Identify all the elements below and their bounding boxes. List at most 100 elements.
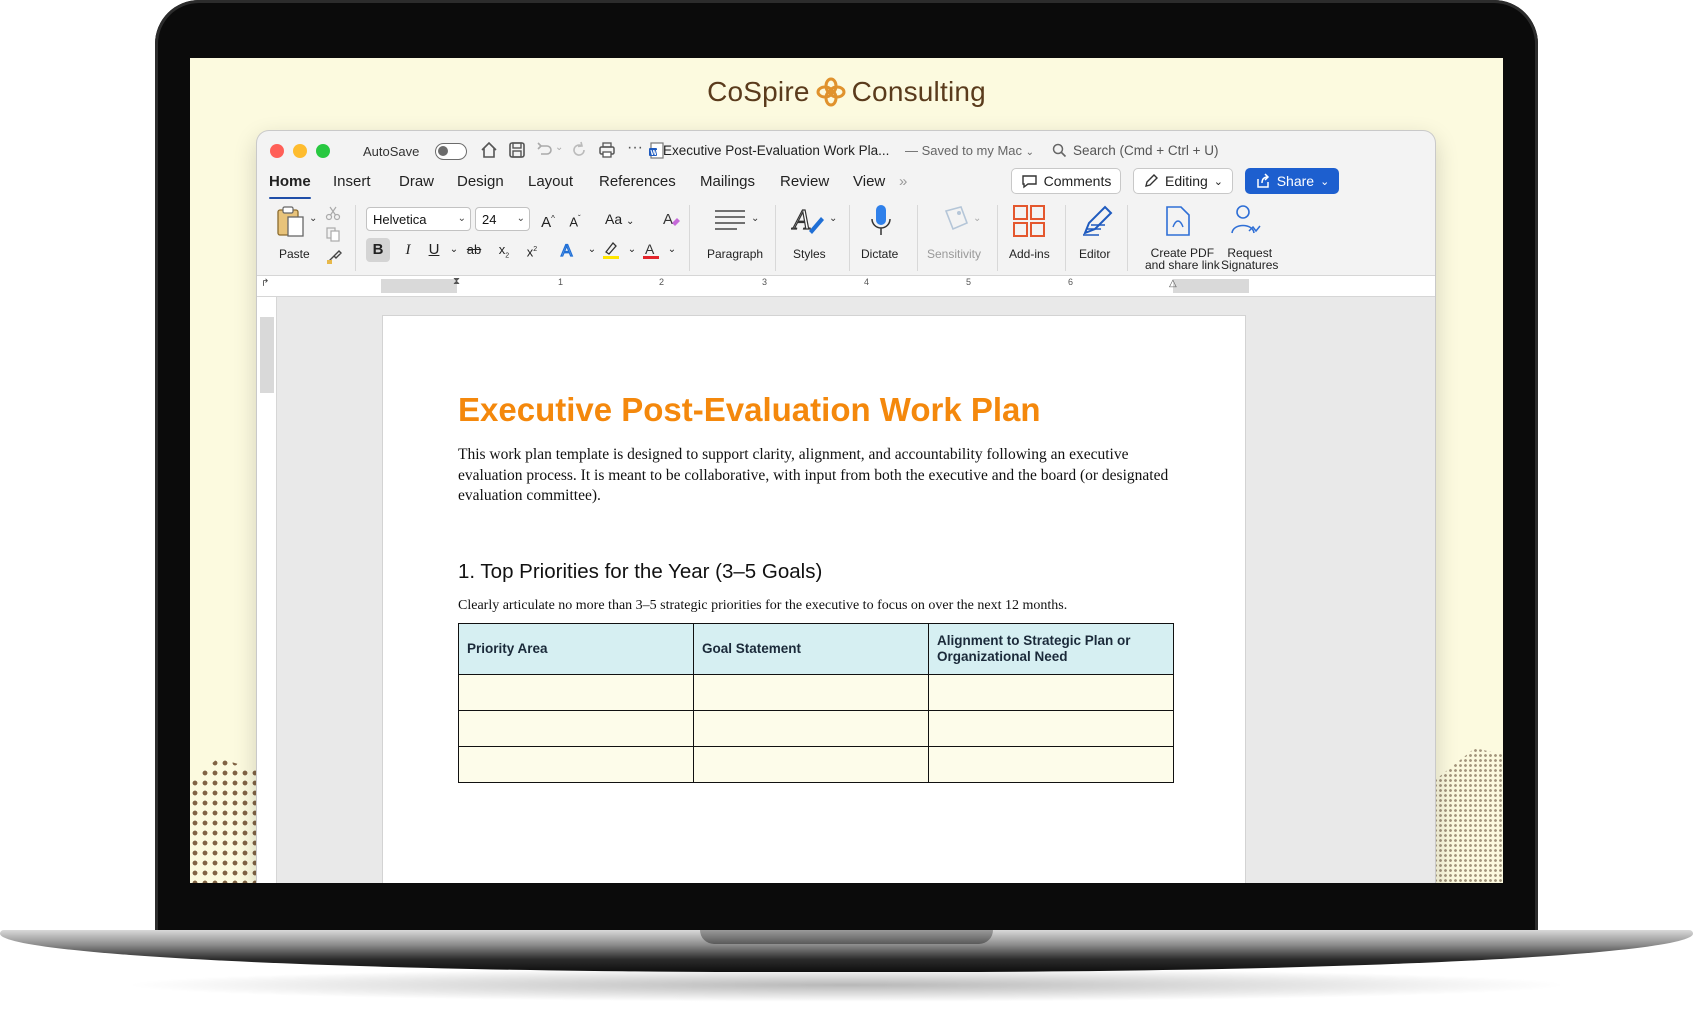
tab-insert[interactable]: Insert bbox=[333, 173, 371, 190]
section-heading[interactable]: 1. Top Priorities for the Year (3–5 Goal… bbox=[458, 560, 822, 584]
left-indent-marker-icon[interactable]: ⧗ bbox=[453, 276, 460, 287]
editing-mode-button[interactable]: Editing ⌄ bbox=[1133, 168, 1233, 194]
table-cell[interactable] bbox=[458, 710, 694, 747]
save-icon[interactable] bbox=[507, 140, 527, 160]
text-effects-chevron-icon[interactable]: ⌄ bbox=[581, 238, 603, 262]
autosave-toggle[interactable] bbox=[435, 143, 467, 160]
grow-font-button[interactable]: A^ bbox=[537, 207, 559, 231]
svg-text:A: A bbox=[645, 241, 655, 257]
bold-button[interactable]: B bbox=[366, 238, 390, 262]
minimize-window-button[interactable] bbox=[293, 144, 307, 158]
share-button[interactable]: Share ⌄ bbox=[1245, 168, 1339, 194]
undo-icon[interactable] bbox=[535, 140, 555, 160]
more-options-icon[interactable]: ··· bbox=[627, 139, 647, 159]
priorities-table[interactable]: Priority Area Goal Statement Alignment t… bbox=[458, 623, 1174, 783]
tab-review[interactable]: Review bbox=[780, 173, 829, 190]
document-intro-paragraph[interactable]: This work plan template is designed to s… bbox=[458, 445, 1178, 507]
copy-icon[interactable] bbox=[325, 226, 341, 242]
home-icon[interactable] bbox=[479, 140, 499, 160]
table-header-cell[interactable]: Alignment to Strategic Plan or Organizat… bbox=[928, 623, 1174, 675]
table-row bbox=[458, 710, 1174, 747]
editing-button-label: Editing bbox=[1164, 173, 1208, 189]
table-header-cell[interactable]: Goal Statement bbox=[693, 623, 929, 675]
vertical-ruler[interactable] bbox=[257, 297, 277, 883]
underline-button[interactable]: U bbox=[423, 238, 445, 262]
editor-label: Editor bbox=[1079, 247, 1111, 261]
document-title[interactable]: Executive Post-Evaluation Work Pla... bbox=[663, 143, 889, 158]
font-name-select[interactable]: Helvetica ⌄ bbox=[366, 207, 471, 231]
tab-design[interactable]: Design bbox=[457, 173, 504, 190]
paragraph-chevron-icon[interactable]: ⌄ bbox=[751, 213, 759, 224]
font-color-chevron-icon[interactable]: ⌄ bbox=[661, 238, 683, 262]
table-cell[interactable] bbox=[928, 710, 1174, 747]
request-signatures-icon[interactable] bbox=[1229, 203, 1265, 237]
section-description[interactable]: Clearly articulate no more than 3–5 stra… bbox=[458, 598, 1067, 614]
styles-icon[interactable]: A bbox=[791, 203, 827, 237]
subscript-button[interactable]: x2 bbox=[493, 238, 515, 262]
table-cell[interactable] bbox=[928, 746, 1174, 783]
document-canvas[interactable]: Executive Post-Evaluation Work Plan This… bbox=[277, 297, 1435, 883]
table-cell[interactable] bbox=[458, 674, 694, 711]
right-indent-marker-icon[interactable]: △ bbox=[1169, 278, 1177, 289]
close-window-button[interactable] bbox=[270, 144, 284, 158]
tab-stop-selector-icon[interactable]: ↱ bbox=[261, 278, 269, 289]
sensitivity-chevron-icon[interactable]: ⌄ bbox=[973, 213, 981, 224]
table-cell[interactable] bbox=[693, 674, 929, 711]
highlight-icon[interactable] bbox=[601, 240, 621, 260]
home-ribbon: Paste ⌄ Helvetica ⌄ 24 ⌄ A^ Aˇ Aa ⌄ A B … bbox=[257, 201, 1435, 275]
strikethrough-button[interactable]: ab bbox=[463, 238, 485, 262]
tab-references[interactable]: References bbox=[599, 173, 676, 190]
table-cell[interactable] bbox=[693, 746, 929, 783]
svg-text:A: A bbox=[561, 241, 573, 260]
search-input[interactable]: Search (Cmd + Ctrl + U) bbox=[1052, 143, 1219, 158]
tab-home[interactable]: Home bbox=[269, 173, 311, 190]
change-case-button[interactable]: Aa ⌄ bbox=[605, 207, 634, 231]
tab-view[interactable]: View bbox=[853, 173, 885, 190]
highlight-chevron-icon[interactable]: ⌄ bbox=[621, 238, 643, 262]
tab-layout[interactable]: Layout bbox=[528, 173, 573, 190]
print-icon[interactable] bbox=[597, 140, 617, 160]
sensitivity-icon[interactable] bbox=[941, 205, 971, 237]
document-page[interactable]: Executive Post-Evaluation Work Plan This… bbox=[383, 316, 1245, 883]
table-cell[interactable] bbox=[693, 710, 929, 747]
cut-icon[interactable] bbox=[325, 205, 341, 221]
saved-state-chevron-icon: ⌄ bbox=[1025, 147, 1035, 158]
tab-mailings[interactable]: Mailings bbox=[700, 173, 755, 190]
table-cell[interactable] bbox=[458, 746, 694, 783]
more-tabs-chevron-icon[interactable]: » bbox=[899, 173, 907, 190]
font-size-select[interactable]: 24 ⌄ bbox=[475, 207, 530, 231]
ruler-number: 3 bbox=[762, 277, 768, 287]
dictate-label: Dictate bbox=[861, 247, 899, 261]
superscript-button[interactable]: x2 bbox=[521, 238, 543, 262]
paragraph-icon[interactable] bbox=[713, 207, 747, 233]
request-signatures-label: Request Signatures bbox=[1221, 247, 1278, 271]
maximize-window-button[interactable] bbox=[316, 144, 330, 158]
table-cell[interactable] bbox=[928, 674, 1174, 711]
paste-options-chevron-icon[interactable]: ⌄ bbox=[309, 213, 317, 224]
word-window: AutoSave ⌄ ··· W Executive Post-Evaluati… bbox=[257, 131, 1435, 883]
saved-state-label[interactable]: — Saved to my Mac ⌄ bbox=[905, 143, 1034, 158]
ruler-left-margin bbox=[381, 279, 457, 293]
table-header-cell[interactable]: Priority Area bbox=[458, 623, 694, 675]
brand-name-right: Consulting bbox=[851, 76, 986, 107]
tab-draw[interactable]: Draw bbox=[399, 173, 434, 190]
italic-button[interactable]: I bbox=[397, 238, 419, 262]
font-color-icon[interactable]: A bbox=[641, 240, 661, 260]
styles-chevron-icon[interactable]: ⌄ bbox=[829, 213, 837, 224]
create-pdf-icon[interactable] bbox=[1163, 205, 1193, 237]
editor-pen-icon[interactable] bbox=[1079, 203, 1115, 237]
paste-icon[interactable] bbox=[275, 205, 307, 239]
underline-options-chevron-icon[interactable]: ⌄ bbox=[443, 238, 465, 262]
redo-icon[interactable] bbox=[569, 140, 589, 160]
ruler-number: 5 bbox=[966, 277, 972, 287]
document-heading[interactable]: Executive Post-Evaluation Work Plan bbox=[458, 391, 1041, 429]
shrink-font-button[interactable]: Aˇ bbox=[564, 207, 586, 231]
comments-button[interactable]: Comments bbox=[1011, 168, 1121, 194]
clear-formatting-icon[interactable]: A bbox=[661, 209, 681, 229]
create-pdf-label: Create PDF and share link bbox=[1145, 247, 1220, 271]
microphone-icon[interactable] bbox=[869, 203, 893, 239]
text-effects-icon[interactable]: A bbox=[559, 240, 579, 260]
add-ins-grid-icon[interactable] bbox=[1013, 205, 1045, 237]
horizontal-ruler[interactable]: ↱ ⧗ △ 1 2 3 4 5 6 bbox=[257, 275, 1435, 297]
format-painter-icon[interactable] bbox=[325, 247, 343, 265]
